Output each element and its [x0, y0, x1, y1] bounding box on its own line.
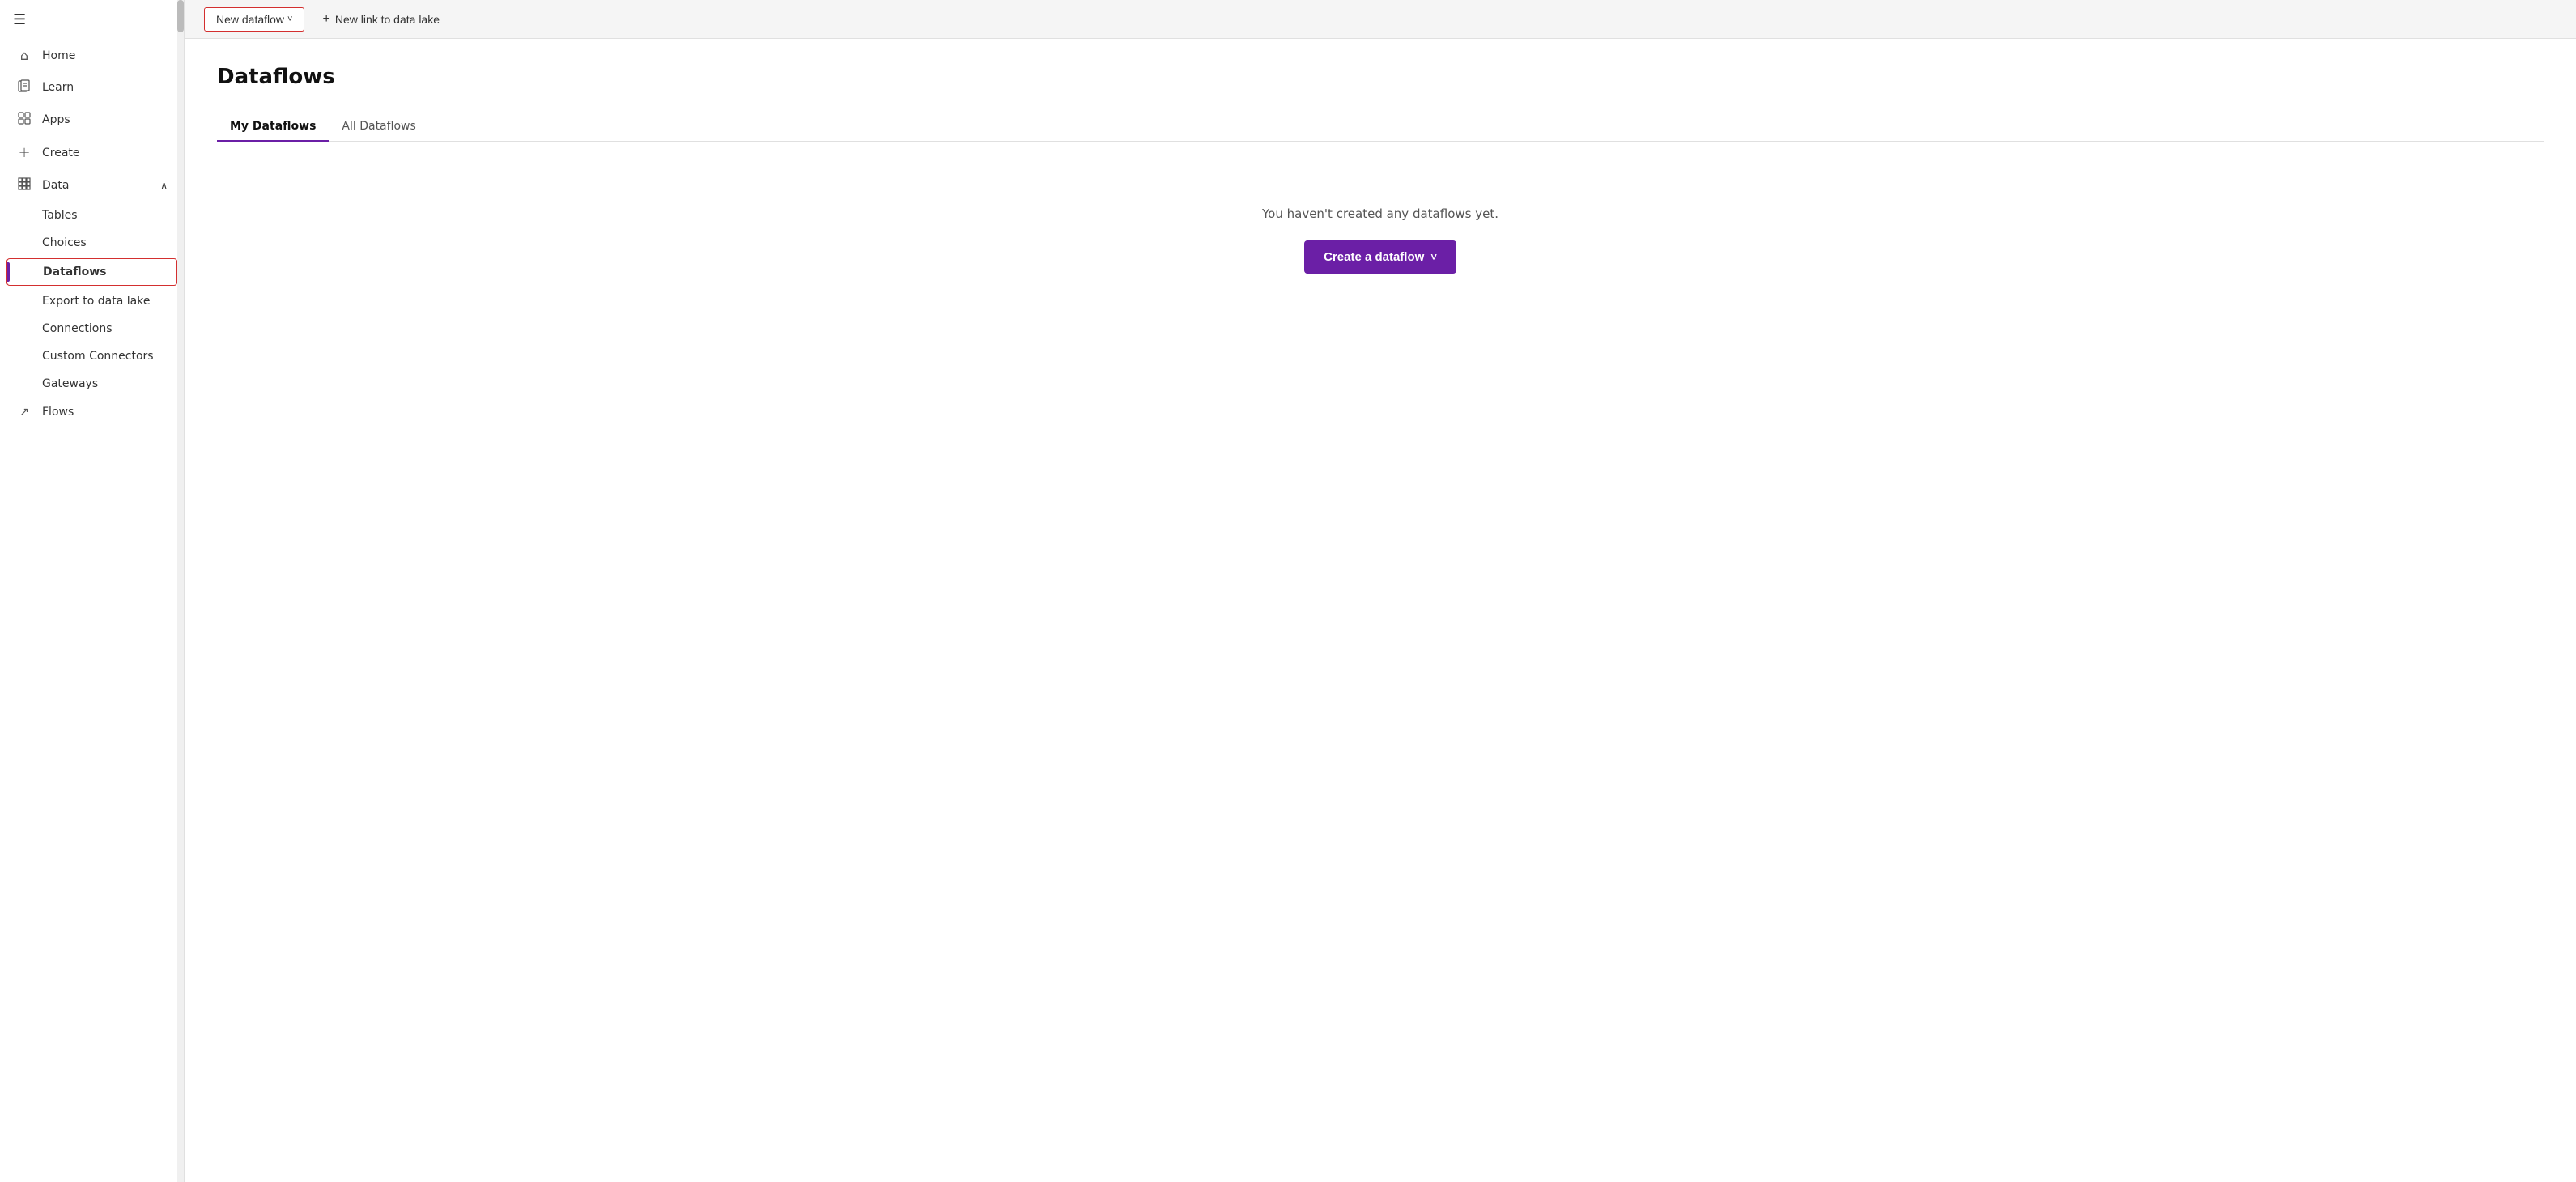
- data-icon: [16, 177, 32, 193]
- sidebar-item-home-label: Home: [42, 49, 75, 62]
- tab-my-dataflows-label: My Dataflows: [230, 120, 316, 133]
- tab-all-dataflows[interactable]: All Dataflows: [329, 112, 428, 141]
- toolbar: New dataflow ˅ + New link to data lake: [185, 0, 2576, 39]
- empty-state-message: You haven't created any dataflows yet.: [1262, 206, 1498, 221]
- create-btn-label: Create a dataflow: [1324, 250, 1424, 264]
- main-content: New dataflow ˅ + New link to data lake D…: [185, 0, 2576, 1182]
- sidebar-item-learn[interactable]: Learn: [0, 71, 184, 104]
- connections-label: Connections: [42, 322, 113, 335]
- apps-icon: [16, 112, 32, 128]
- home-icon: ⌂: [16, 48, 32, 63]
- sidebar-item-flows[interactable]: ↗ Flows: [0, 398, 184, 427]
- sidebar-item-custom-connectors[interactable]: Custom Connectors: [0, 342, 184, 370]
- sidebar-item-gateways[interactable]: Gateways: [0, 370, 184, 398]
- sidebar-item-dataflows[interactable]: Dataflows: [6, 258, 177, 286]
- scrollbar-track[interactable]: [177, 0, 184, 1182]
- data-chevron-icon: ∧: [160, 180, 168, 191]
- sidebar-item-data[interactable]: Data ∧: [0, 169, 184, 202]
- sidebar-item-apps[interactable]: Apps: [0, 104, 184, 136]
- scrollbar-thumb[interactable]: [177, 0, 184, 32]
- create-icon: +: [16, 144, 32, 161]
- tabs-container: My Dataflows All Dataflows: [217, 112, 2544, 142]
- empty-state: You haven't created any dataflows yet. C…: [217, 206, 2544, 274]
- sidebar-item-create-label: Create: [42, 147, 80, 159]
- new-dataflow-button[interactable]: New dataflow ˅: [204, 7, 304, 32]
- dataflows-label: Dataflows: [43, 266, 106, 278]
- sidebar-item-flows-label: Flows: [42, 406, 74, 419]
- content-area: Dataflows My Dataflows All Dataflows You…: [185, 39, 2576, 1182]
- new-dataflow-label: New dataflow: [216, 13, 284, 26]
- sidebar-header: ☰: [0, 0, 184, 40]
- flows-icon: ↗: [16, 406, 32, 419]
- sidebar: ☰ ⌂ Home Learn: [0, 0, 185, 1182]
- sidebar-item-learn-label: Learn: [42, 81, 74, 94]
- sidebar-item-choices[interactable]: Choices: [0, 229, 184, 257]
- sidebar-item-tables[interactable]: Tables: [0, 202, 184, 229]
- sidebar-item-home[interactable]: ⌂ Home: [0, 40, 184, 71]
- choices-label: Choices: [42, 236, 87, 249]
- sidebar-nav: ⌂ Home Learn: [0, 40, 184, 1182]
- page-title: Dataflows: [217, 65, 2544, 89]
- data-children: Tables Choices Dataflows Export to data …: [0, 202, 184, 398]
- sidebar-item-create[interactable]: + Create: [0, 136, 184, 169]
- tables-label: Tables: [42, 209, 78, 222]
- gateways-label: Gateways: [42, 377, 98, 390]
- tab-my-dataflows[interactable]: My Dataflows: [217, 112, 329, 141]
- create-btn-chevron-icon: ˅: [1430, 251, 1437, 263]
- hamburger-icon[interactable]: ☰: [13, 11, 26, 28]
- sidebar-item-apps-label: Apps: [42, 113, 70, 126]
- data-section: Data ∧ Tables Choices Dataflows Export t…: [0, 169, 184, 398]
- learn-icon: [16, 79, 32, 96]
- sidebar-item-export[interactable]: Export to data lake: [0, 287, 184, 315]
- tab-all-dataflows-label: All Dataflows: [342, 120, 415, 133]
- sidebar-item-data-label: Data: [42, 179, 69, 192]
- sidebar-item-connections[interactable]: Connections: [0, 315, 184, 342]
- new-link-button[interactable]: + New link to data lake: [311, 7, 451, 32]
- export-label: Export to data lake: [42, 295, 150, 308]
- new-link-label: New link to data lake: [335, 13, 440, 26]
- create-dataflow-button[interactable]: Create a dataflow ˅: [1304, 240, 1456, 274]
- custom-connectors-label: Custom Connectors: [42, 350, 154, 363]
- new-dataflow-chevron-icon: ˅: [287, 15, 292, 24]
- new-link-plus-icon: +: [322, 12, 329, 27]
